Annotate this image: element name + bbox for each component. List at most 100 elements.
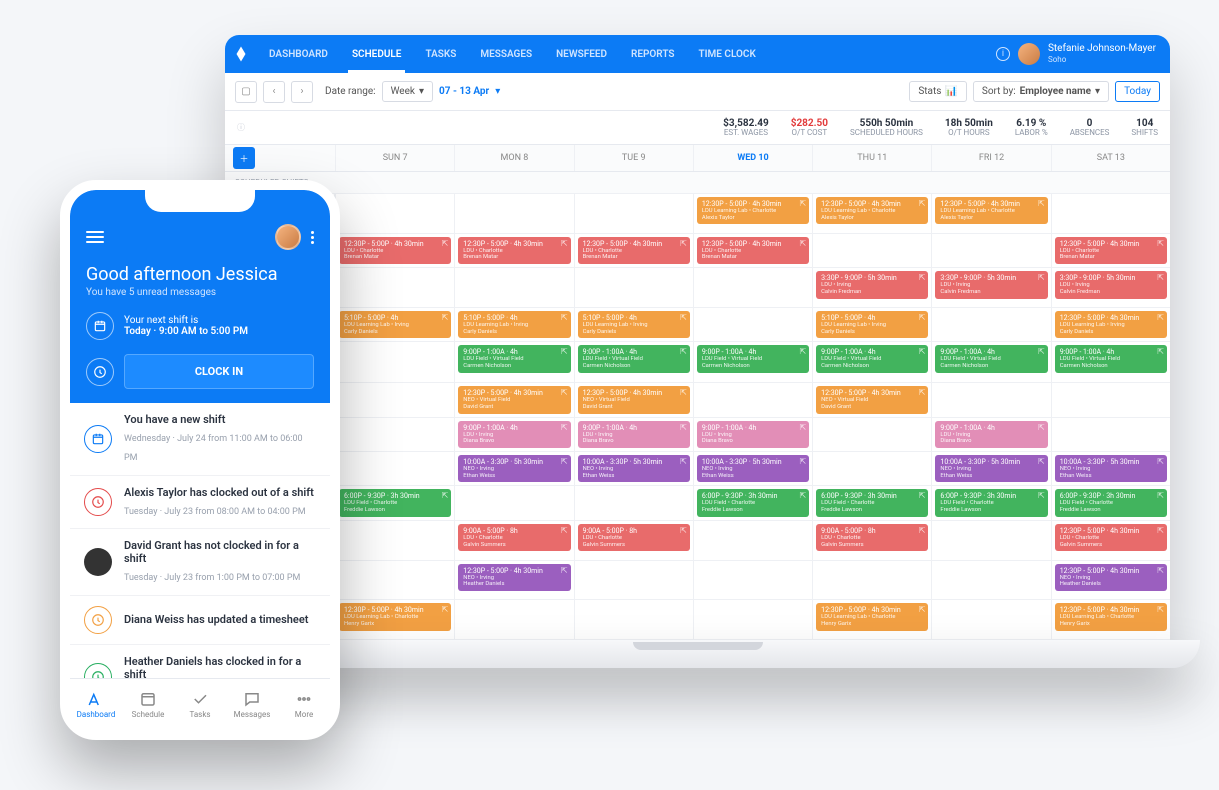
schedule-cell[interactable]: ⇱6:00P - 9:30P · 3h 30minLDU Field • Cha… <box>1051 486 1170 520</box>
day-header-cell[interactable]: MON 8 <box>454 145 573 171</box>
nav-tab-reports[interactable]: REPORTS <box>619 35 687 73</box>
schedule-cell[interactable]: ⇱12:30P - 5:00P · 4h 30minLDU • Charlott… <box>574 234 693 268</box>
day-header-cell[interactable]: TUE 9 <box>574 145 693 171</box>
next-button[interactable]: › <box>291 81 313 103</box>
schedule-cell[interactable] <box>1051 383 1170 417</box>
info-icon[interactable]: i <box>996 47 1010 61</box>
date-range[interactable]: 07 - 13 Apr <box>439 86 489 97</box>
shift-block[interactable]: ⇱5:10P - 5:00P · 4hLDU Learning Lab • Ir… <box>816 311 928 338</box>
schedule-cell[interactable] <box>693 600 812 640</box>
today-button[interactable]: Today <box>1115 81 1160 102</box>
shift-block[interactable]: ⇱9:00A - 5:00P · 8hLDU • CharlotteGalvin… <box>458 524 570 551</box>
schedule-cell[interactable] <box>693 268 812 308</box>
schedule-cell[interactable]: ⇱9:00A - 5:00P · 8hLDU • CharlotteGalvin… <box>574 521 693 561</box>
schedule-cell[interactable] <box>335 418 454 452</box>
schedule-cell[interactable]: ⇱9:00P - 1:00A · 4hLDU Field • Virtual F… <box>574 342 693 383</box>
tab-more[interactable]: More <box>278 679 330 730</box>
shift-block[interactable]: ⇱6:00P - 9:30P · 3h 30minLDU Field • Cha… <box>697 489 809 516</box>
shift-block[interactable]: ⇱3:30P - 9:00P · 5h 30minLDU • IrvingCal… <box>816 271 928 298</box>
nav-tab-schedule[interactable]: SCHEDULE <box>340 35 414 73</box>
schedule-cell[interactable] <box>931 521 1050 561</box>
schedule-cell[interactable] <box>574 486 693 520</box>
activity-feed[interactable]: You have a new shiftWednesday · July 24 … <box>70 403 330 678</box>
schedule-cell[interactable]: ⇱12:30P - 5:00P · 4h 30minLDU • Charlott… <box>335 234 454 268</box>
shift-block[interactable]: ⇱9:00P - 1:00A · 4hLDU Field • Virtual F… <box>697 345 809 372</box>
shift-block[interactable]: ⇱5:10P - 5:00P · 4hLDU Learning Lab • Ir… <box>578 311 690 338</box>
shift-block[interactable]: ⇱5:10P - 5:00P · 4hLDU Learning Lab • Ir… <box>458 311 570 338</box>
shift-block[interactable]: ⇱12:30P - 5:00P · 4h 30minNEO • Virtual … <box>458 386 570 413</box>
avatar[interactable] <box>275 224 301 250</box>
schedule-cell[interactable]: ⇱9:00P - 1:00A · 4hLDU Field • Virtual F… <box>812 342 931 383</box>
schedule-cell[interactable]: ⇱10:00A - 3:30P · 5h 30minNEO • IrvingEt… <box>1051 452 1170 486</box>
shift-block[interactable]: ⇱10:00A - 3:30P · 5h 30minNEO • IrvingEt… <box>935 455 1047 482</box>
prev-button[interactable]: ‹ <box>263 81 285 103</box>
schedule-cell[interactable]: ⇱9:00P - 1:00A · 4hLDU Field • Virtual F… <box>931 342 1050 383</box>
schedule-cell[interactable]: ⇱5:10P - 5:00P · 4hLDU Learning Lab • Ir… <box>574 308 693 342</box>
day-header-cell[interactable]: THU 11 <box>812 145 931 171</box>
schedule-cell[interactable]: ⇱3:30P - 9:00P · 5h 30minLDU • IrvingCal… <box>812 268 931 308</box>
nav-tab-time-clock[interactable]: TIME CLOCK <box>687 35 768 73</box>
schedule-cell[interactable]: ⇱5:10P - 5:00P · 4hLDU Learning Lab • Ir… <box>454 308 573 342</box>
schedule-cell[interactable]: ⇱12:30P - 5:00P · 4h 30minNEO • Virtual … <box>812 383 931 417</box>
schedule-cell[interactable]: ⇱9:00A - 5:00P · 8hLDU • CharlotteGalvin… <box>812 521 931 561</box>
schedule-cell[interactable]: ⇱6:00P - 9:30P · 3h 30minLDU Field • Cha… <box>812 486 931 520</box>
brand-logo[interactable] <box>225 45 257 63</box>
shift-block[interactable]: ⇱9:00P - 1:00A · 4hLDU Field • Virtual F… <box>935 345 1047 372</box>
shift-block[interactable]: ⇱12:30P - 5:00P · 4h 30minLDU • Charlott… <box>578 237 690 264</box>
schedule-cell[interactable] <box>1051 194 1170 234</box>
feed-item[interactable]: Diana Weiss has updated a timesheet <box>70 596 330 645</box>
schedule-cell[interactable]: ⇱12:30P - 5:00P · 4h 30minLDU • Charlott… <box>693 234 812 268</box>
schedule-cell[interactable] <box>693 521 812 561</box>
nav-tab-newsfeed[interactable]: NEWSFEED <box>544 35 619 73</box>
shift-block[interactable]: ⇱6:00P - 9:30P · 3h 30minLDU Field • Cha… <box>816 489 928 516</box>
feed-item[interactable]: David Grant has not clocked in for a shi… <box>70 529 330 596</box>
schedule-cell[interactable]: ⇱12:30P - 5:00P · 4h 30minLDU • Charlott… <box>454 234 573 268</box>
schedule-cell[interactable] <box>812 234 931 268</box>
schedule-cell[interactable] <box>574 268 693 308</box>
nav-tab-messages[interactable]: MESSAGES <box>468 35 544 73</box>
shift-block[interactable]: ⇱12:30P - 5:00P · 4h 30minLDU Learning L… <box>816 197 928 224</box>
shift-block[interactable]: ⇱9:00P - 1:00A · 4hLDU • IrvingDiana Bra… <box>935 421 1047 448</box>
schedule-cell[interactable]: ⇱10:00A - 3:30P · 5h 30minNEO • IrvingEt… <box>574 452 693 486</box>
shift-block[interactable]: ⇱12:30P - 5:00P · 4h 30minLDU Learning L… <box>1055 311 1167 338</box>
schedule-cell[interactable]: ⇱9:00A - 5:00P · 8hLDU • CharlotteGalvin… <box>454 521 573 561</box>
schedule-cell[interactable] <box>335 194 454 234</box>
feed-item[interactable]: Alexis Taylor has clocked out of a shift… <box>70 476 330 529</box>
shift-block[interactable]: ⇱6:00P - 9:30P · 3h 30minLDU Field • Cha… <box>935 489 1047 516</box>
schedule-cell[interactable] <box>693 308 812 342</box>
schedule-cell[interactable]: ⇱12:30P - 5:00P · 4h 30minLDU Learning L… <box>812 600 931 640</box>
tab-tasks[interactable]: Tasks <box>174 679 226 730</box>
more-icon[interactable] <box>311 231 314 244</box>
schedule-cell[interactable]: ⇱12:30P - 5:00P · 4h 30minNEO • IrvingHe… <box>1051 561 1170 601</box>
shift-block[interactable]: ⇱9:00P - 1:00A · 4hLDU • IrvingDiana Bra… <box>458 421 570 448</box>
shift-block[interactable]: ⇱12:30P - 5:00P · 4h 30minLDU • Charlott… <box>339 237 451 264</box>
schedule-cell[interactable] <box>335 268 454 308</box>
shift-block[interactable]: ⇱12:30P - 5:00P · 4h 30minLDU • Charlott… <box>458 237 570 264</box>
schedule-cell[interactable] <box>335 383 454 417</box>
schedule-cell[interactable]: ⇱12:30P - 5:00P · 4h 30minNEO • Virtual … <box>574 383 693 417</box>
shift-block[interactable]: ⇱9:00P - 1:00A · 4hLDU • IrvingDiana Bra… <box>578 421 690 448</box>
shift-block[interactable]: ⇱10:00A - 3:30P · 5h 30minNEO • IrvingEt… <box>458 455 570 482</box>
schedule-cell[interactable] <box>931 383 1050 417</box>
menu-icon[interactable] <box>86 231 104 243</box>
shift-block[interactable]: ⇱9:00P - 1:00A · 4hLDU Field • Virtual F… <box>458 345 570 372</box>
schedule-cell[interactable] <box>812 418 931 452</box>
schedule-cell[interactable]: ⇱9:00P - 1:00A · 4hLDU Field • Virtual F… <box>1051 342 1170 383</box>
schedule-cell[interactable]: ⇱12:30P - 5:00P · 4h 30minLDU Learning L… <box>931 194 1050 234</box>
shift-block[interactable]: ⇱12:30P - 5:00P · 4h 30minLDU • Charlott… <box>1055 237 1167 264</box>
schedule-cell[interactable]: ⇱10:00A - 3:30P · 5h 30minNEO • IrvingEt… <box>693 452 812 486</box>
tab-messages[interactable]: Messages <box>226 679 278 730</box>
schedule-cell[interactable] <box>454 194 573 234</box>
nav-tab-tasks[interactable]: TASKS <box>413 35 468 73</box>
schedule-cell[interactable] <box>1051 418 1170 452</box>
day-header-cell[interactable]: SUN 7 <box>335 145 454 171</box>
shift-block[interactable]: ⇱12:30P - 5:00P · 4h 30minLDU • Charlott… <box>697 237 809 264</box>
schedule-cell[interactable] <box>454 268 573 308</box>
shift-block[interactable]: ⇱12:30P - 5:00P · 4h 30minNEO • IrvingHe… <box>1055 564 1167 591</box>
schedule-cell[interactable] <box>574 561 693 601</box>
schedule-cell[interactable]: ⇱12:30P - 5:00P · 4h 30minLDU Learning L… <box>1051 600 1170 640</box>
schedule-cell[interactable]: ⇱6:00P - 9:30P · 3h 30minLDU Field • Cha… <box>335 486 454 520</box>
shift-block[interactable]: ⇱12:30P - 5:00P · 4h 30minLDU Learning L… <box>1055 603 1167 630</box>
schedule-cell[interactable] <box>335 452 454 486</box>
schedule-cell[interactable] <box>931 308 1050 342</box>
